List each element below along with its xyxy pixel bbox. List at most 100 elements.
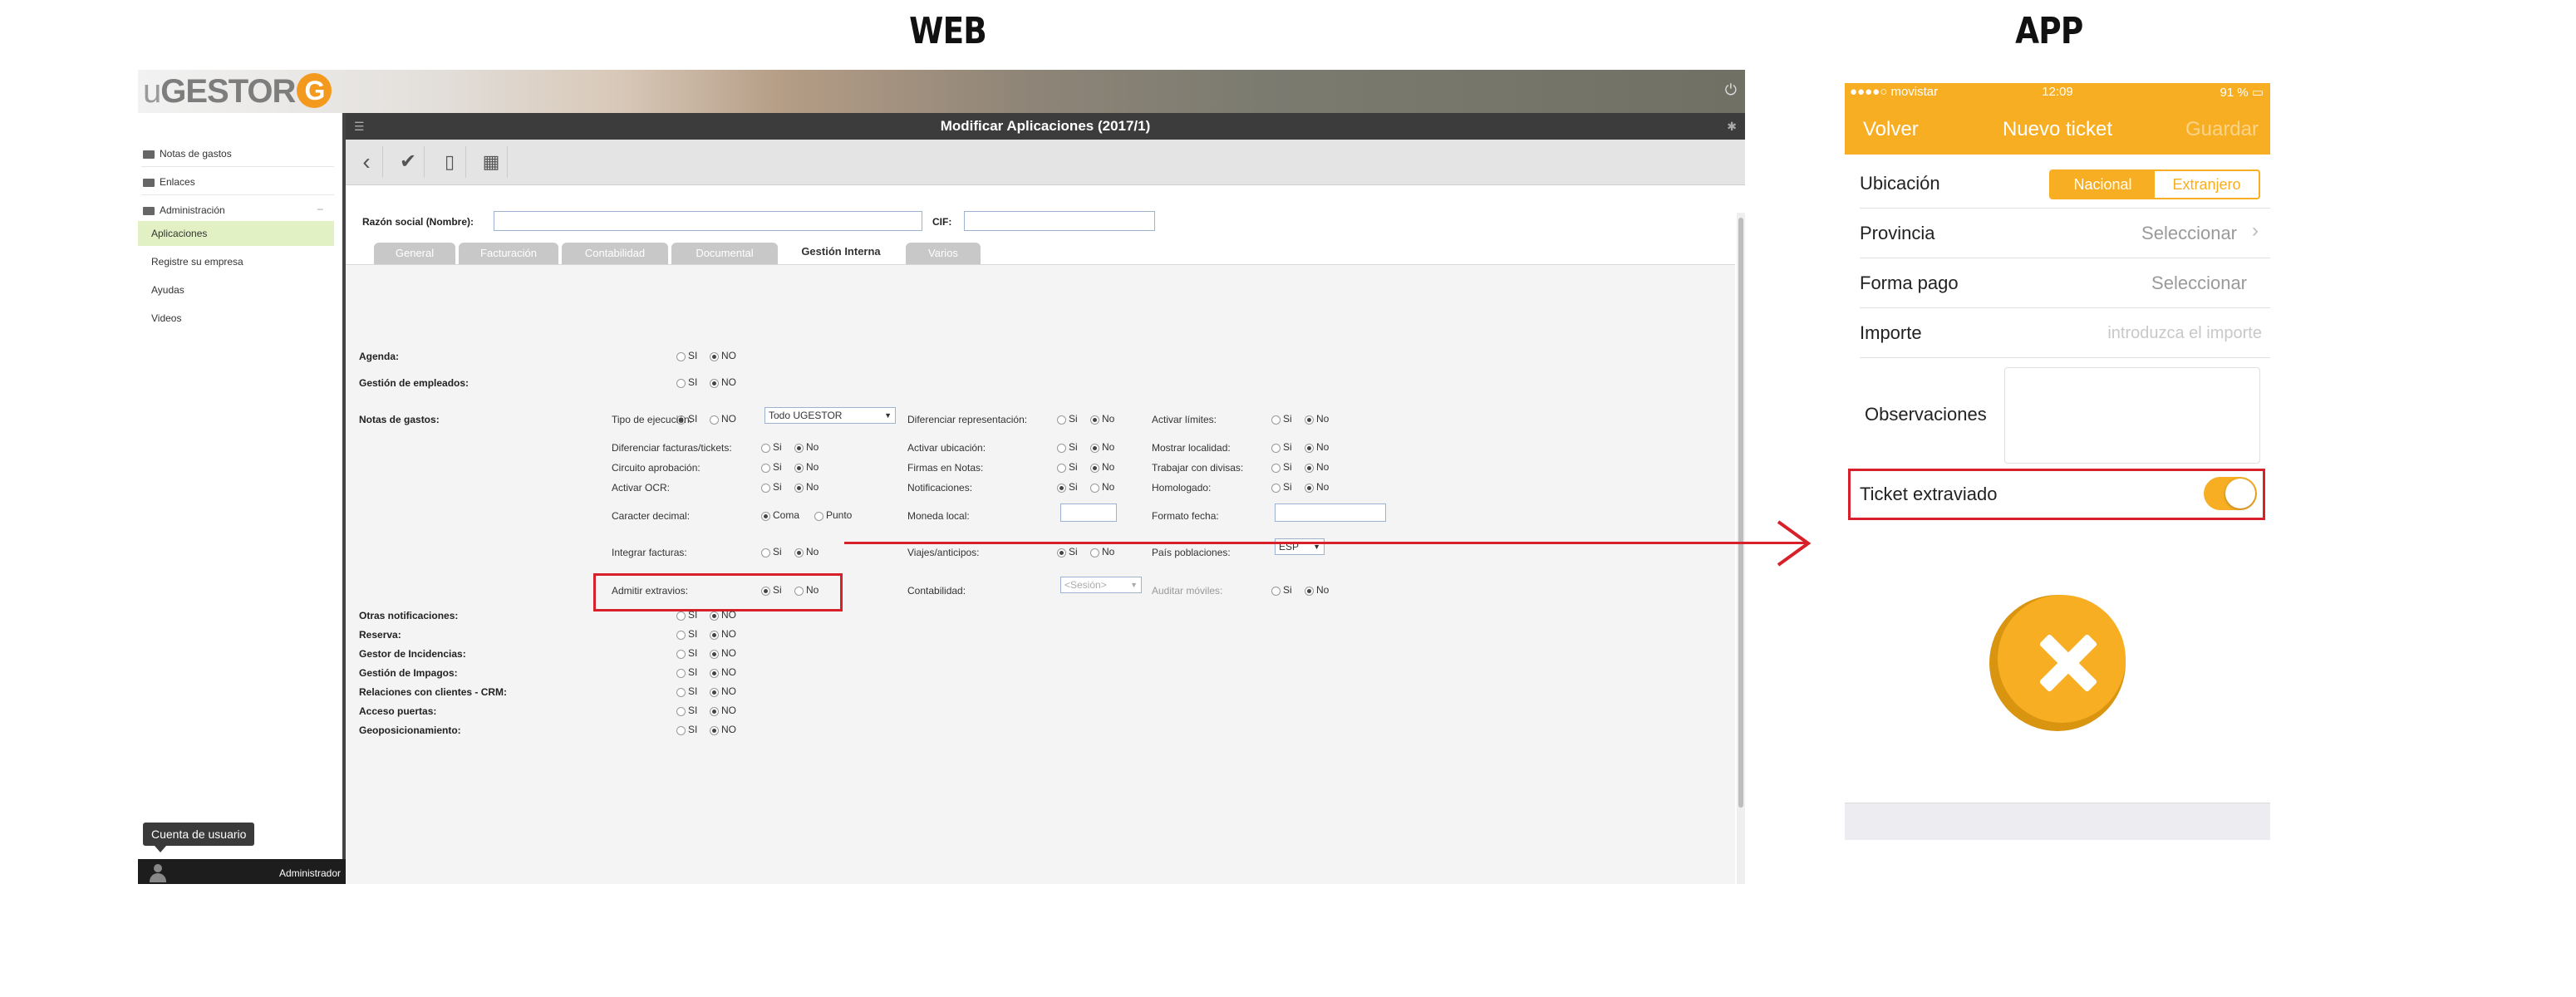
auditar-no-radio[interactable]	[1305, 587, 1314, 596]
importe-input[interactable]: introduzca el importe	[2107, 324, 2262, 343]
cif-input[interactable]	[964, 211, 1155, 231]
homologado-no-radio[interactable]	[1305, 484, 1314, 493]
divisas-label: Trabajar con divisas:	[1152, 462, 1244, 474]
pais-select[interactable]: ESP ▼	[1275, 538, 1325, 555]
sidebar-item-ayudas[interactable]: Ayudas	[151, 284, 184, 296]
notificaciones-si-radio[interactable]	[1057, 484, 1066, 493]
geo-si-radio[interactable]	[676, 726, 686, 735]
dif-facturas-no-radio[interactable]	[794, 444, 804, 453]
sidebar-item-aplicaciones[interactable]: Aplicaciones	[151, 228, 207, 239]
otras-si-radio[interactable]	[676, 611, 686, 621]
back-button[interactable]: Volver	[1863, 118, 1919, 141]
check-icon[interactable]: ✔	[392, 146, 425, 178]
reserva-no-radio[interactable]	[710, 631, 719, 640]
collapse-icon[interactable]: –	[317, 203, 323, 214]
sidebar-item-notas-de-gastos[interactable]: Notas de gastos	[143, 148, 232, 160]
impagos-si-radio[interactable]	[676, 669, 686, 678]
sidebar-item-administracion[interactable]: Administración	[143, 204, 225, 216]
auditar-moviles-label: Auditar móviles:	[1152, 585, 1223, 597]
limites-si-radio[interactable]	[1271, 415, 1281, 425]
limites-no-radio[interactable]	[1305, 415, 1314, 425]
crm-si-radio[interactable]	[676, 688, 686, 697]
sidebar-item-registre-su-empresa[interactable]: Registre su empresa	[151, 256, 243, 268]
provincia-select[interactable]: Seleccionar	[2141, 223, 2237, 244]
tab-facturacion[interactable]: Facturación	[459, 243, 558, 264]
divisas-no-radio[interactable]	[1305, 464, 1314, 473]
divisas-si-radio[interactable]	[1271, 464, 1281, 473]
menu-icon[interactable]: ☰	[354, 113, 365, 140]
viajes-si-radio[interactable]	[1057, 548, 1066, 557]
agenda-si-radio[interactable]	[676, 352, 686, 361]
tab-gestion-interna[interactable]: Gestión Interna	[781, 239, 901, 264]
tipo-ejecucion-select[interactable]: Todo UGESTOR ▼	[764, 407, 896, 424]
dif-facturas-label: Diferenciar facturas/tickets:	[612, 442, 732, 454]
nacional-segment[interactable]: Nacional	[2051, 171, 2155, 198]
sidebar: Notas de gastos Enlaces Administración –…	[138, 113, 346, 884]
agenda-no-radio[interactable]	[710, 352, 719, 361]
back-icon[interactable]: ‹	[351, 146, 383, 178]
notificaciones-no-radio[interactable]	[1090, 484, 1099, 493]
razon-social-input[interactable]	[494, 211, 922, 231]
tab-general[interactable]: General	[374, 243, 455, 264]
tab-contabilidad[interactable]: Contabilidad	[562, 243, 668, 264]
close-icon[interactable]	[1989, 595, 2126, 731]
formato-fecha-input[interactable]	[1275, 503, 1386, 522]
circuito-no-radio[interactable]	[794, 464, 804, 473]
power-icon[interactable]: ⏻	[1725, 81, 1737, 99]
document-icon[interactable]: ▯	[434, 146, 466, 178]
firmas-si-radio[interactable]	[1057, 464, 1066, 473]
puertas-si-radio[interactable]	[676, 707, 686, 716]
user-bar[interactable]: Administrador	[138, 859, 346, 884]
scrollbar-thumb[interactable]	[1738, 218, 1743, 808]
tab-varios[interactable]: Varios	[906, 243, 981, 264]
sidebar-item-enlaces[interactable]: Enlaces	[143, 176, 195, 188]
observaciones-textarea[interactable]	[2004, 367, 2260, 464]
contabilidad-select[interactable]: <Sesión> ▼	[1060, 577, 1142, 593]
auditar-si-radio[interactable]	[1271, 587, 1281, 596]
vertical-scrollbar[interactable]	[1737, 213, 1745, 884]
localidad-si-radio[interactable]	[1271, 444, 1281, 453]
integrar-no-radio[interactable]	[794, 548, 804, 557]
otras-no-radio[interactable]	[710, 611, 719, 621]
empleados-no-radio[interactable]	[710, 379, 719, 388]
homologado-si-radio[interactable]	[1271, 484, 1281, 493]
incidencias-si-radio[interactable]	[676, 650, 686, 659]
dif-repr-si-radio[interactable]	[1057, 415, 1066, 425]
incidencias-no-radio[interactable]	[710, 650, 719, 659]
incidencias-label: Gestor de Incidencias:	[359, 648, 466, 660]
settings-icon[interactable]: ✱	[1727, 113, 1737, 140]
ocr-si-radio[interactable]	[761, 484, 770, 493]
app-bottom-bar	[1845, 803, 2270, 840]
coma-radio[interactable]	[761, 512, 770, 521]
ocr-no-radio[interactable]	[794, 484, 804, 493]
firmas-no-radio[interactable]	[1090, 464, 1099, 473]
otras-notificaciones-label: Otras notificaciones:	[359, 610, 459, 621]
reserva-si-radio[interactable]	[676, 631, 686, 640]
save-button[interactable]: Guardar	[2185, 118, 2259, 141]
ubicacion-segmented-control[interactable]: Nacional Extranjero	[2049, 169, 2260, 199]
circuito-si-radio[interactable]	[761, 464, 770, 473]
dif-repr-no-radio[interactable]	[1090, 415, 1099, 425]
dif-facturas-si-radio[interactable]	[761, 444, 770, 453]
localidad-no-radio[interactable]	[1305, 444, 1314, 453]
ticket-extraviado-toggle[interactable]	[2204, 477, 2257, 510]
extranjero-segment[interactable]: Extranjero	[2155, 171, 2259, 198]
tab-documental[interactable]: Documental	[671, 243, 778, 264]
sidebar-item-videos[interactable]: Videos	[151, 312, 181, 324]
moneda-local-input[interactable]	[1060, 503, 1117, 522]
highlight-arrow	[844, 542, 1808, 544]
forma-pago-select[interactable]: Seleccionar	[2151, 273, 2247, 294]
ubicacion-no-radio[interactable]	[1090, 444, 1099, 453]
calendar-icon[interactable]: ▦	[475, 146, 508, 178]
empleados-si-radio[interactable]	[676, 379, 686, 388]
ubicacion-si-radio[interactable]	[1057, 444, 1066, 453]
app-heading: APP	[2015, 10, 2083, 52]
viajes-no-radio[interactable]	[1090, 548, 1099, 557]
puertas-no-radio[interactable]	[710, 707, 719, 716]
integrar-si-radio[interactable]	[761, 548, 770, 557]
geo-no-radio[interactable]	[710, 726, 719, 735]
crm-no-radio[interactable]	[710, 688, 719, 697]
punto-radio[interactable]	[814, 512, 823, 521]
notas-no-radio[interactable]	[710, 415, 719, 425]
impagos-no-radio[interactable]	[710, 669, 719, 678]
